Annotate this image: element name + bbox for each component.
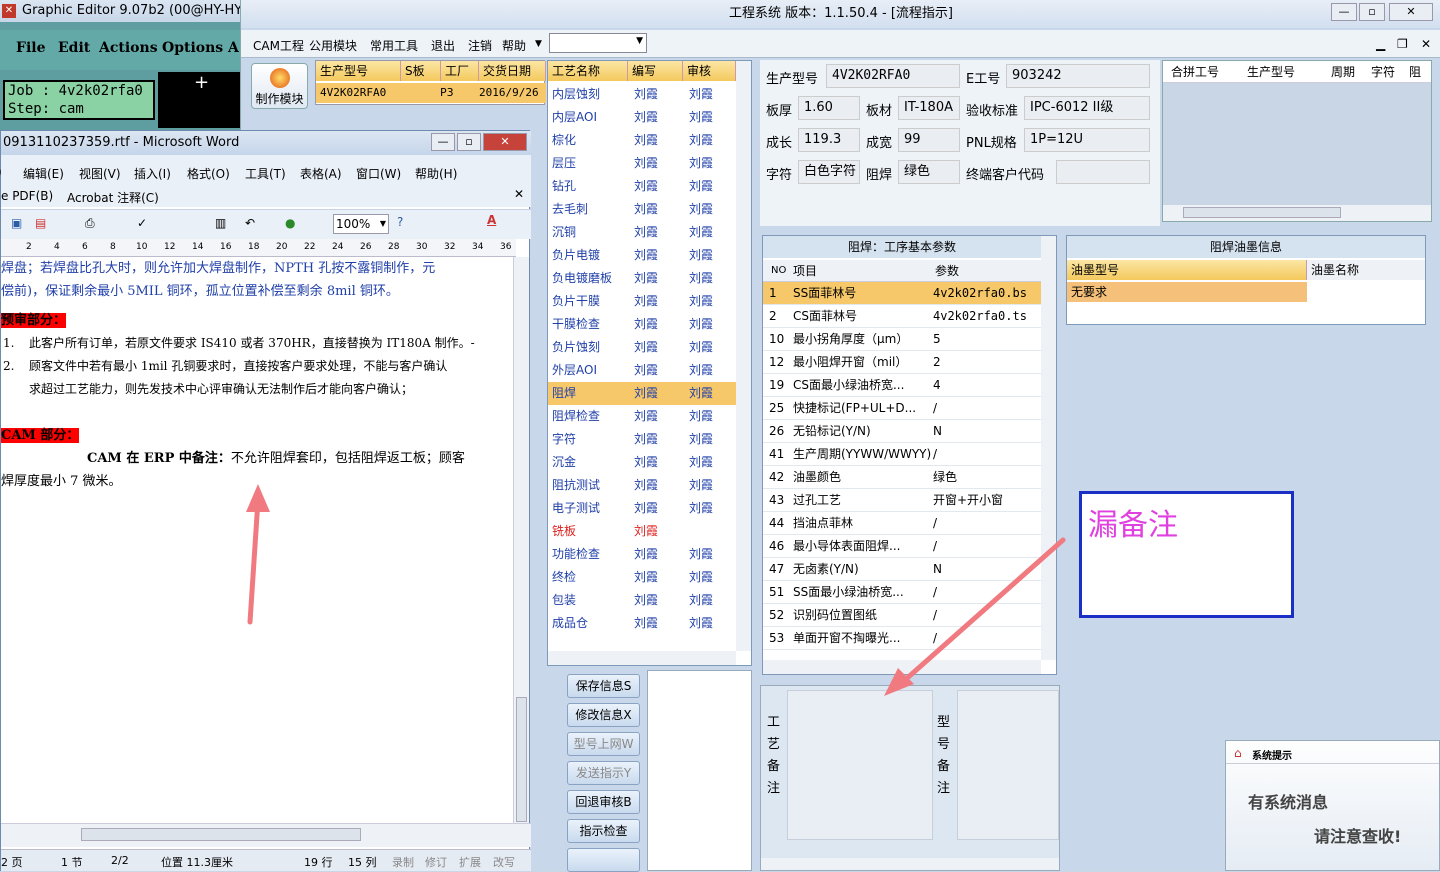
arrow-left-line (902, 537, 1066, 683)
arrow-up-line (247, 497, 261, 625)
arrow-left-head (884, 668, 914, 696)
arrow-up-head (246, 484, 270, 512)
annotation-arrows (246, 484, 1066, 696)
